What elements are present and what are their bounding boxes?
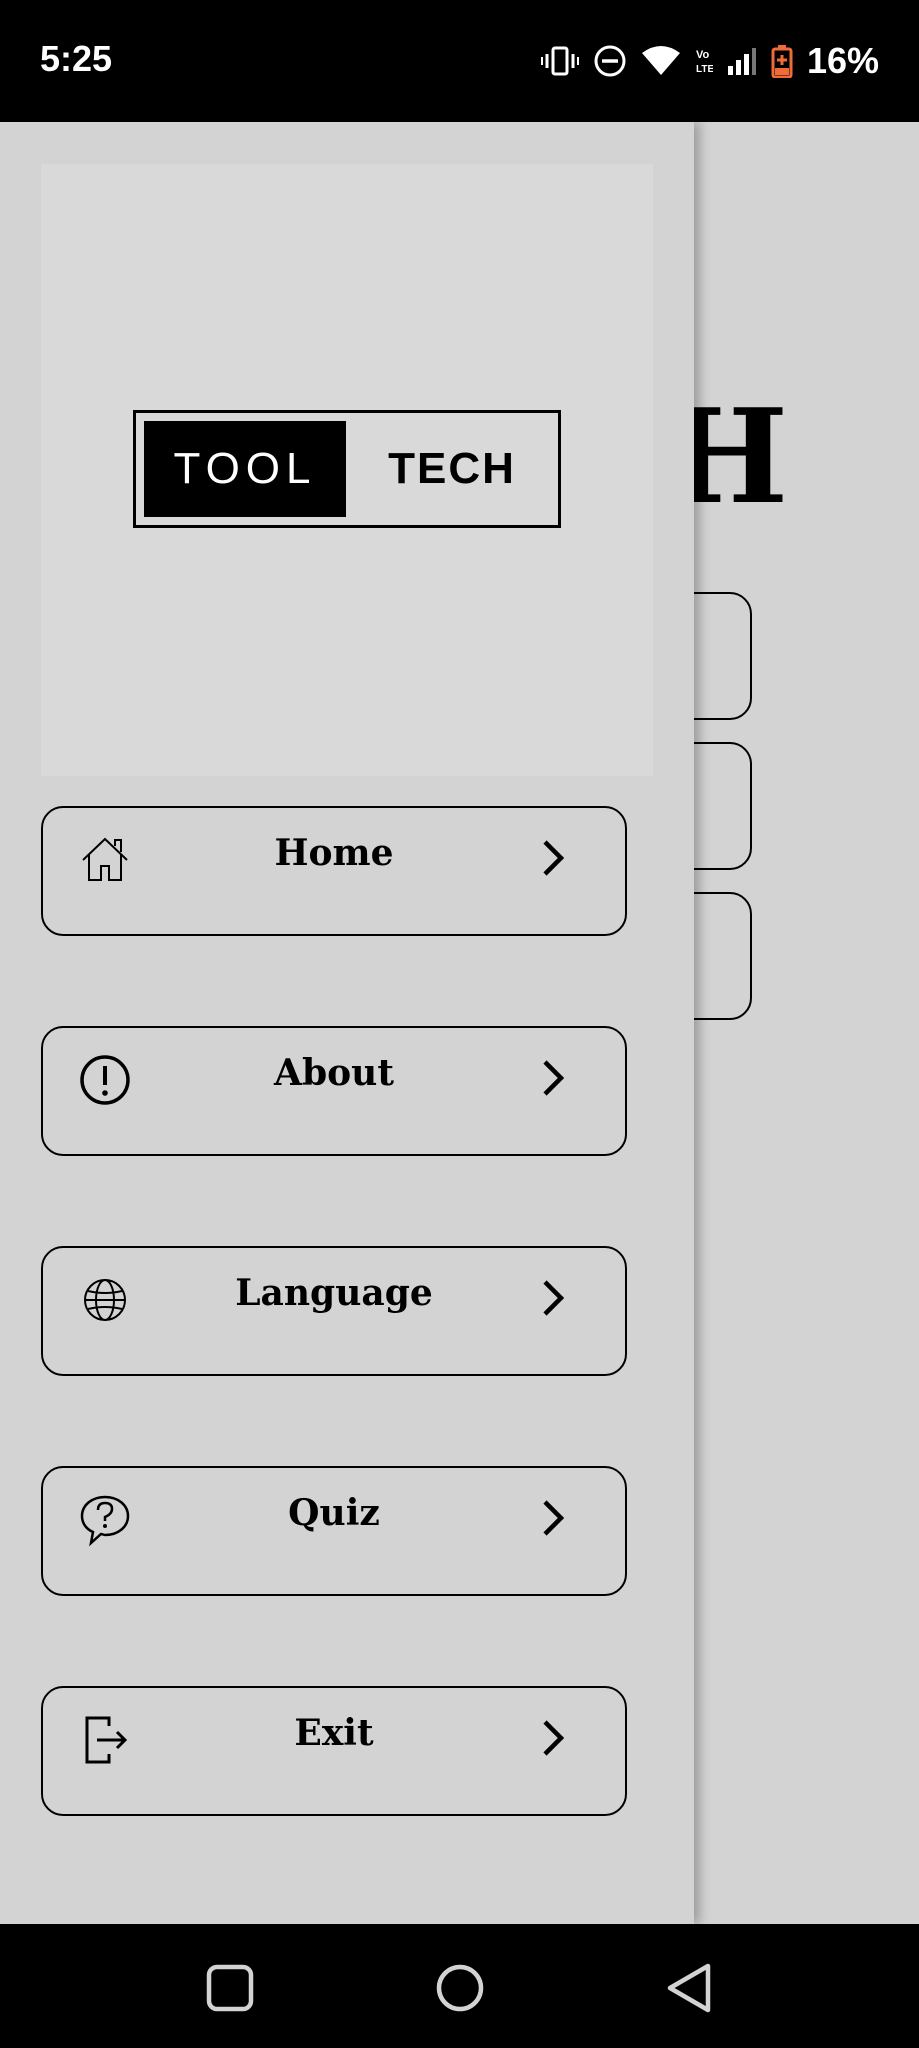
- navigation-drawer: TOOL TECH Home About Language Quiz Exit: [0, 122, 694, 1924]
- vibrate-icon: [540, 46, 579, 76]
- menu-item-label: Quiz: [288, 1492, 380, 1534]
- signal-icon: [727, 48, 756, 75]
- battery-icon: [771, 45, 793, 78]
- chevron-right-icon: [543, 840, 565, 876]
- menu-item-label: Exit: [294, 1712, 374, 1754]
- svg-text:LTE: LTE: [696, 64, 713, 75]
- drawer-header: TOOL TECH: [41, 164, 653, 776]
- back-button[interactable]: [662, 1960, 718, 2016]
- status-bar: 5:25 Vo LTE 16%: [0, 0, 919, 122]
- dnd-icon: [594, 45, 626, 77]
- status-icons: Vo LTE 16%: [540, 36, 879, 86]
- wifi-icon: [641, 46, 680, 75]
- chevron-right-icon: [543, 1280, 565, 1316]
- menu-item-label: Home: [274, 832, 394, 874]
- menu-item-home[interactable]: Home: [41, 806, 627, 936]
- menu-item-quiz[interactable]: Quiz: [41, 1466, 627, 1596]
- chevron-right-icon: [543, 1500, 565, 1536]
- chevron-right-icon: [543, 1060, 565, 1096]
- menu-item-exit[interactable]: Exit: [41, 1686, 627, 1816]
- recents-button[interactable]: [202, 1960, 258, 2016]
- app-logo: TOOL TECH: [133, 410, 561, 528]
- home-button[interactable]: [432, 1960, 488, 2016]
- svg-text:Vo: Vo: [696, 49, 710, 61]
- volte-icon: Vo LTE: [696, 49, 713, 75]
- logo-text-left: TOOL: [144, 421, 346, 517]
- logo-text-right: TECH: [388, 444, 516, 493]
- status-time: 5:25: [40, 38, 113, 79]
- chevron-right-icon: [543, 1720, 565, 1756]
- menu-item-about[interactable]: About: [41, 1026, 627, 1156]
- menu-item-label: Language: [235, 1272, 433, 1314]
- system-navigation-bar: [0, 1924, 919, 2048]
- menu-item-label: About: [274, 1052, 394, 1094]
- battery-percentage: 16%: [806, 40, 879, 81]
- menu-item-language[interactable]: Language: [41, 1246, 627, 1376]
